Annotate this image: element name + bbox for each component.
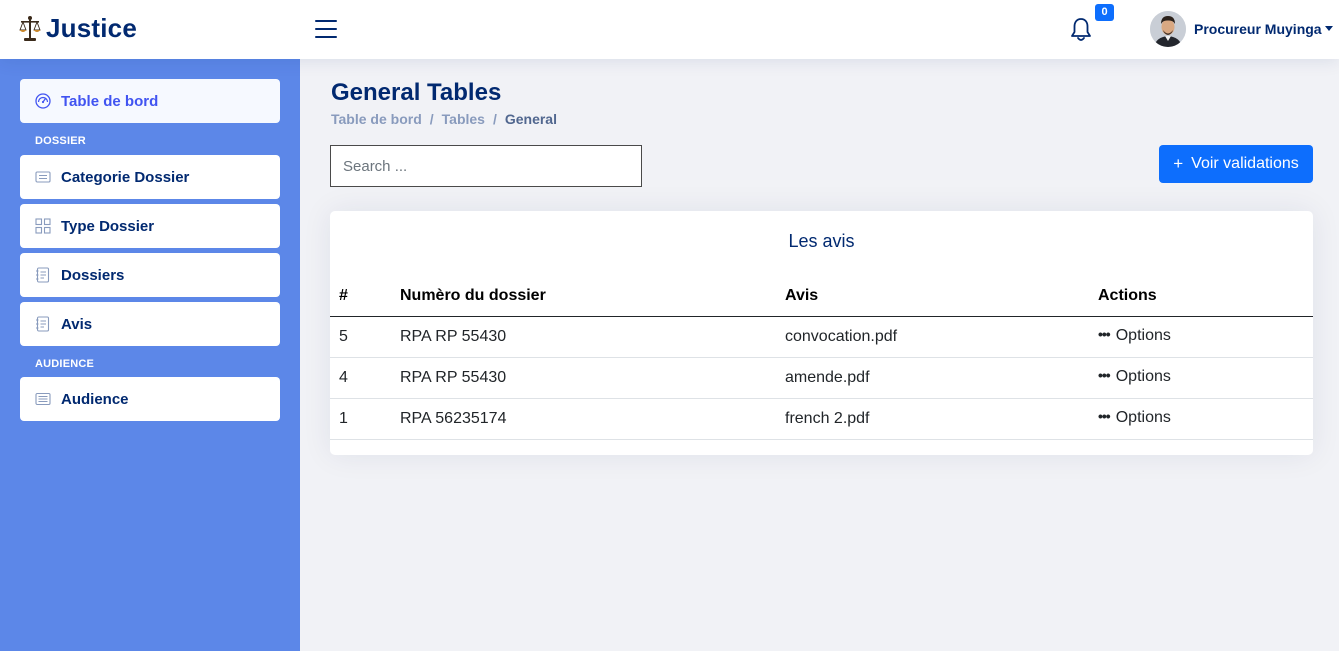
sidebar-item-label: Dossiers (61, 266, 125, 284)
cell-id: 4 (330, 357, 400, 399)
options-label: Options (1115, 409, 1171, 426)
breadcrumb-separator: / (429, 111, 434, 127)
grid-icon (35, 218, 51, 234)
sidebar-item-dossiers[interactable]: Dossiers (20, 253, 280, 297)
sidebar-item-audience[interactable]: Audience (20, 377, 280, 421)
cell-actions: ••• Options (1098, 398, 1313, 440)
options-button[interactable]: ••• Options (1098, 367, 1171, 386)
cell-dossier: RPA RP 55430 (400, 357, 785, 399)
column-header-avis: Avis (785, 285, 1098, 317)
search-input[interactable] (330, 145, 642, 187)
journal-text-icon (36, 267, 50, 283)
column-header-dossier: Numèro du dossier (400, 285, 785, 317)
profile-dropdown[interactable]: Procureur Muyinga (1150, 11, 1333, 47)
three-dots-icon: ••• (1098, 408, 1111, 424)
sidebar (0, 59, 300, 651)
options-label: Options (1115, 327, 1171, 344)
notification-bell-icon[interactable] (1070, 17, 1092, 43)
column-header-id: # (330, 285, 400, 317)
cell-dossier: RPA RP 55430 (400, 316, 785, 358)
sidebar-item-categorie-dossier[interactable]: Categorie Dossier (20, 155, 280, 199)
cell-dossier: RPA 56235174 (400, 398, 785, 440)
avis-table: # Numèro du dossier Avis Actions 5 RPA R… (330, 285, 1313, 440)
cell-id: 5 (330, 316, 400, 358)
sidebar-item-label: Table de bord (61, 92, 159, 110)
three-dots-icon: ••• (1098, 326, 1111, 342)
breadcrumb-link-home[interactable]: Table de bord (331, 111, 422, 127)
table-row: 1 RPA 56235174 french 2.pdf ••• Options (330, 398, 1313, 440)
profile-name: Procureur Muyinga (1194, 21, 1322, 37)
sidebar-item-label: Audience (61, 390, 129, 408)
cell-actions: ••• Options (1098, 357, 1313, 399)
plus-icon: + (1173, 153, 1184, 173)
voir-validations-label: Voir validations (1191, 155, 1299, 172)
card-list-icon (35, 171, 51, 183)
menu-toggle-icon[interactable] (315, 19, 337, 39)
table-row: 4 RPA RP 55430 amende.pdf ••• Options (330, 357, 1313, 399)
breadcrumb-current: General (504, 111, 557, 127)
avatar (1150, 11, 1186, 47)
breadcrumb-link-tables[interactable]: Tables (442, 111, 485, 127)
gauge-icon (35, 93, 51, 109)
scales-icon (19, 15, 41, 41)
list-box-icon (35, 392, 51, 406)
breadcrumb: Table de bord / Tables / General (331, 111, 557, 127)
card-title: Les avis (788, 231, 855, 251)
sidebar-item-label: Avis (61, 315, 93, 333)
journal-text-icon (36, 316, 50, 332)
breadcrumb-separator: / (492, 111, 497, 127)
nav-heading-dossier: DOSSIER (35, 135, 86, 147)
avis-table-card: Les avis # Numèro du dossier Avis Action… (330, 211, 1313, 455)
cell-avis: french 2.pdf (785, 398, 1098, 440)
column-header-actions: Actions (1098, 285, 1313, 317)
options-button[interactable]: ••• Options (1098, 326, 1171, 345)
table-header-row: # Numèro du dossier Avis Actions (330, 285, 1313, 317)
sidebar-item-table-de-bord[interactable]: Table de bord (20, 79, 280, 123)
cell-id: 1 (330, 398, 400, 440)
sidebar-item-label: Categorie Dossier (61, 168, 190, 186)
logo-text: Justice (46, 13, 138, 43)
sidebar-item-type-dossier[interactable]: Type Dossier (20, 204, 280, 248)
logo[interactable]: Justice (19, 13, 137, 44)
options-button[interactable]: ••• Options (1098, 408, 1171, 427)
nav-heading-audience: AUDIENCE (35, 358, 95, 370)
voir-validations-button[interactable]: + Voir validations (1159, 145, 1313, 183)
page-title: General Tables (331, 79, 502, 106)
options-label: Options (1115, 368, 1171, 385)
sidebar-item-avis[interactable]: Avis (20, 302, 280, 346)
cell-avis: convocation.pdf (785, 316, 1098, 358)
table-row: 5 RPA RP 55430 convocation.pdf ••• Optio… (330, 316, 1313, 358)
caret-down-icon (1324, 25, 1333, 31)
cell-avis: amende.pdf (785, 357, 1098, 399)
top-header: Justice 0 Procureur Muyinga (0, 0, 1339, 59)
sidebar-item-label: Type Dossier (61, 217, 155, 235)
cell-actions: ••• Options (1098, 316, 1313, 358)
three-dots-icon: ••• (1098, 367, 1111, 383)
notification-badge: 0 (1095, 4, 1114, 21)
